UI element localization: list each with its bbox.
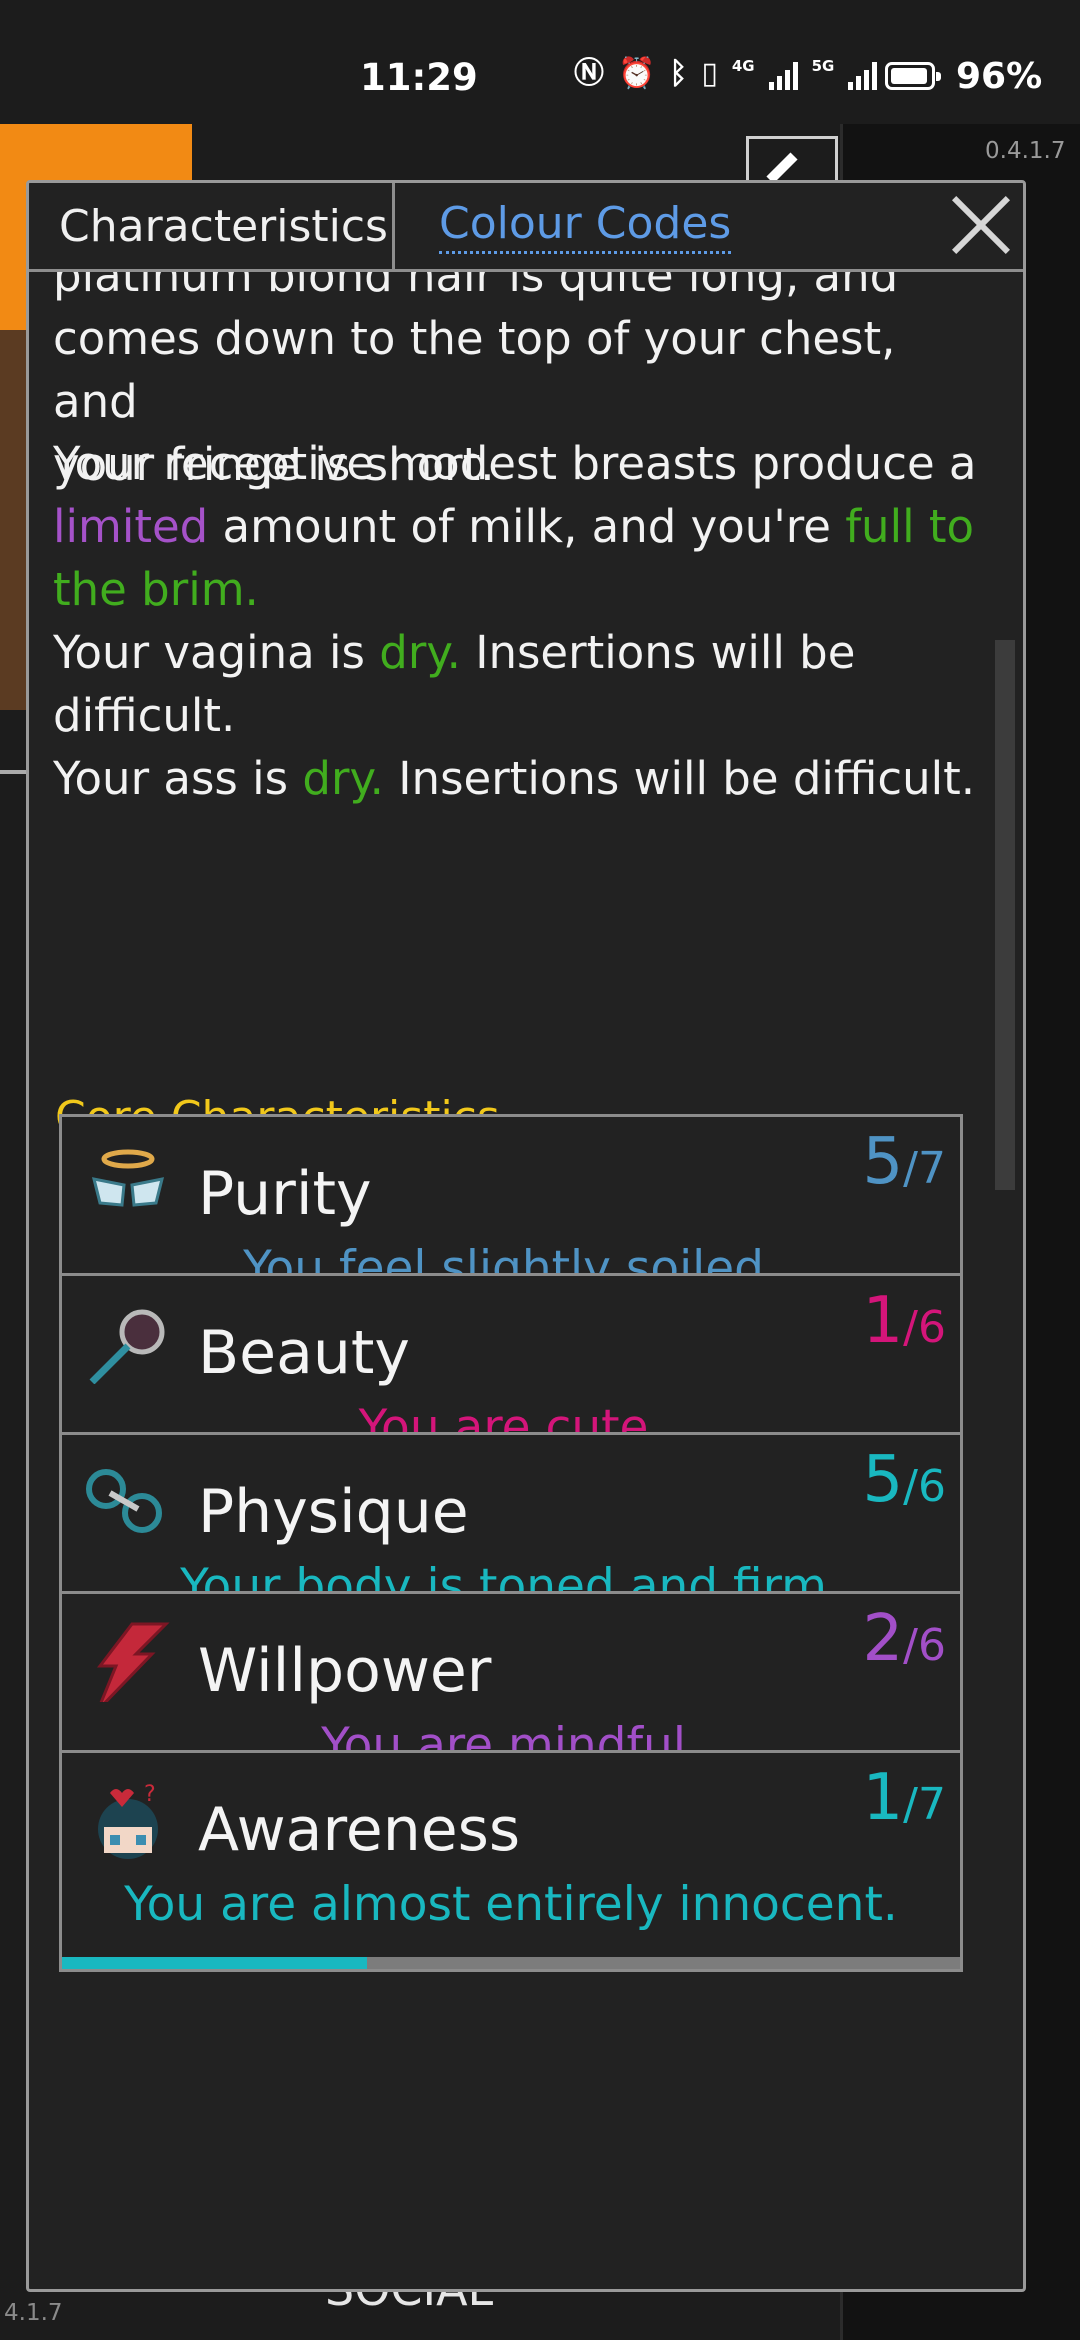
characteristic-description: You are almost entirely innocent. bbox=[124, 1877, 898, 1932]
hand-mirror-icon bbox=[80, 1304, 176, 1385]
svg-text:?: ? bbox=[144, 1782, 156, 1807]
characteristic-score: 2/6 bbox=[862, 1602, 946, 1676]
milk-fullness-2: the brim. bbox=[53, 563, 259, 616]
characteristic-card-awareness[interactable]: ? Awareness 1/7 You are almost entirely inn… bbox=[59, 1750, 963, 1972]
vagina-line-2: difficult. bbox=[53, 689, 236, 742]
innocent-girl-icon: ? bbox=[80, 1781, 176, 1861]
alarm-icon: ⏰ bbox=[618, 56, 656, 91]
signal-5g-icon bbox=[848, 58, 878, 90]
ass-post-text: Insertions will be difficult. bbox=[383, 752, 976, 805]
characteristic-value: 2 bbox=[862, 1602, 904, 1676]
characteristics-dialog: Characteristics Colour Codes platinum bl… bbox=[26, 180, 1026, 2292]
characteristic-score: 5/7 bbox=[862, 1125, 946, 1199]
background-divider bbox=[0, 770, 26, 774]
hair-line-2: comes down to the top of your chest, and bbox=[53, 312, 896, 428]
characteristic-name: Awareness bbox=[198, 1795, 521, 1865]
characteristic-name: Physique bbox=[198, 1477, 469, 1547]
dialog-tab-bar: Characteristics Colour Codes bbox=[29, 183, 1023, 272]
dialog-content[interactable]: platinum blond hair is quite long, and c… bbox=[29, 272, 1023, 2289]
vagina-line-1: Your vagina is dry. Insertions will be bbox=[53, 621, 993, 684]
breasts-line-2: limited amount of milk, and you're full … bbox=[53, 495, 993, 558]
characteristic-max: /6 bbox=[903, 1461, 946, 1512]
characteristic-score: 5/6 bbox=[862, 1443, 946, 1517]
characteristic-value: 5 bbox=[862, 1125, 904, 1199]
close-icon[interactable] bbox=[949, 193, 1013, 257]
characteristic-value: 1 bbox=[862, 1284, 904, 1358]
version-label-bottom: 4.1.7 bbox=[4, 2300, 63, 2326]
version-label-top: 0.4.1.7 bbox=[985, 138, 1066, 164]
bluetooth-icon: ᛒ bbox=[669, 56, 688, 91]
status-time: 11:29 bbox=[360, 56, 478, 99]
characteristic-name: Willpower bbox=[198, 1636, 492, 1706]
battery-percent: 96% bbox=[956, 56, 1043, 97]
characteristic-name: Beauty bbox=[198, 1318, 410, 1388]
characteristic-progress-track bbox=[62, 1957, 960, 1969]
characteristic-score: 1/7 bbox=[862, 1761, 946, 1835]
status-bar: 11:29 Ⓝ ⏰ ᛒ ▯ 4G 5G 96% bbox=[0, 0, 1080, 124]
signal-5g-label: 5G bbox=[811, 57, 835, 75]
ass-line: Your ass is dry. Insertions will be diff… bbox=[53, 747, 993, 810]
dumbbell-icon bbox=[80, 1463, 176, 1543]
characteristic-progress-fill bbox=[62, 1957, 368, 1969]
vagina-wetness: dry. bbox=[379, 626, 461, 679]
breasts-line-1: Your receptive modest breasts produce a bbox=[53, 437, 977, 490]
characteristic-score: 1/6 bbox=[862, 1284, 946, 1358]
pencil-icon bbox=[766, 152, 798, 184]
vibrate-icon: ▯ bbox=[701, 56, 718, 91]
characteristic-max: /7 bbox=[903, 1779, 946, 1830]
battery-icon bbox=[885, 62, 941, 90]
signal-4g-label: 4G bbox=[731, 57, 755, 75]
tab-colour-codes-label: Colour Codes bbox=[439, 198, 732, 254]
vagina-pre-text: Your vagina is bbox=[53, 626, 380, 679]
lightning-bolt-icon bbox=[80, 1622, 176, 1712]
battery-level bbox=[891, 68, 928, 84]
tab-characteristics[interactable]: Characteristics bbox=[29, 183, 395, 269]
milk-amount: limited bbox=[53, 500, 209, 553]
background-game-art-detail bbox=[0, 330, 26, 710]
hair-line-1: platinum blond hair is quite long, and bbox=[53, 272, 899, 302]
scrollbar-thumb[interactable] bbox=[995, 640, 1015, 1190]
tab-colour-codes[interactable]: Colour Codes bbox=[399, 183, 732, 269]
breasts-mid-text: amount of milk, and you're bbox=[208, 500, 846, 553]
vagina-post-text: Insertions will be bbox=[460, 626, 856, 679]
characteristic-value: 1 bbox=[862, 1761, 904, 1835]
nfc-icon: Ⓝ bbox=[574, 56, 604, 91]
characteristic-max: /6 bbox=[903, 1302, 946, 1353]
signal-4g-icon bbox=[768, 58, 798, 90]
milk-fullness-1: full to bbox=[845, 500, 975, 553]
halo-wings-icon bbox=[80, 1145, 176, 1225]
characteristic-value: 5 bbox=[862, 1443, 904, 1517]
status-icons: Ⓝ ⏰ ᛒ ▯ 4G 5G bbox=[574, 56, 878, 91]
ass-pre-text: Your ass is bbox=[53, 752, 303, 805]
characteristic-name: Purity bbox=[198, 1159, 372, 1229]
characteristic-max: /6 bbox=[903, 1620, 946, 1671]
body-description: Your receptive modest breasts produce a … bbox=[53, 432, 993, 810]
ass-wetness: dry. bbox=[302, 752, 384, 805]
characteristic-max: /7 bbox=[903, 1143, 946, 1194]
